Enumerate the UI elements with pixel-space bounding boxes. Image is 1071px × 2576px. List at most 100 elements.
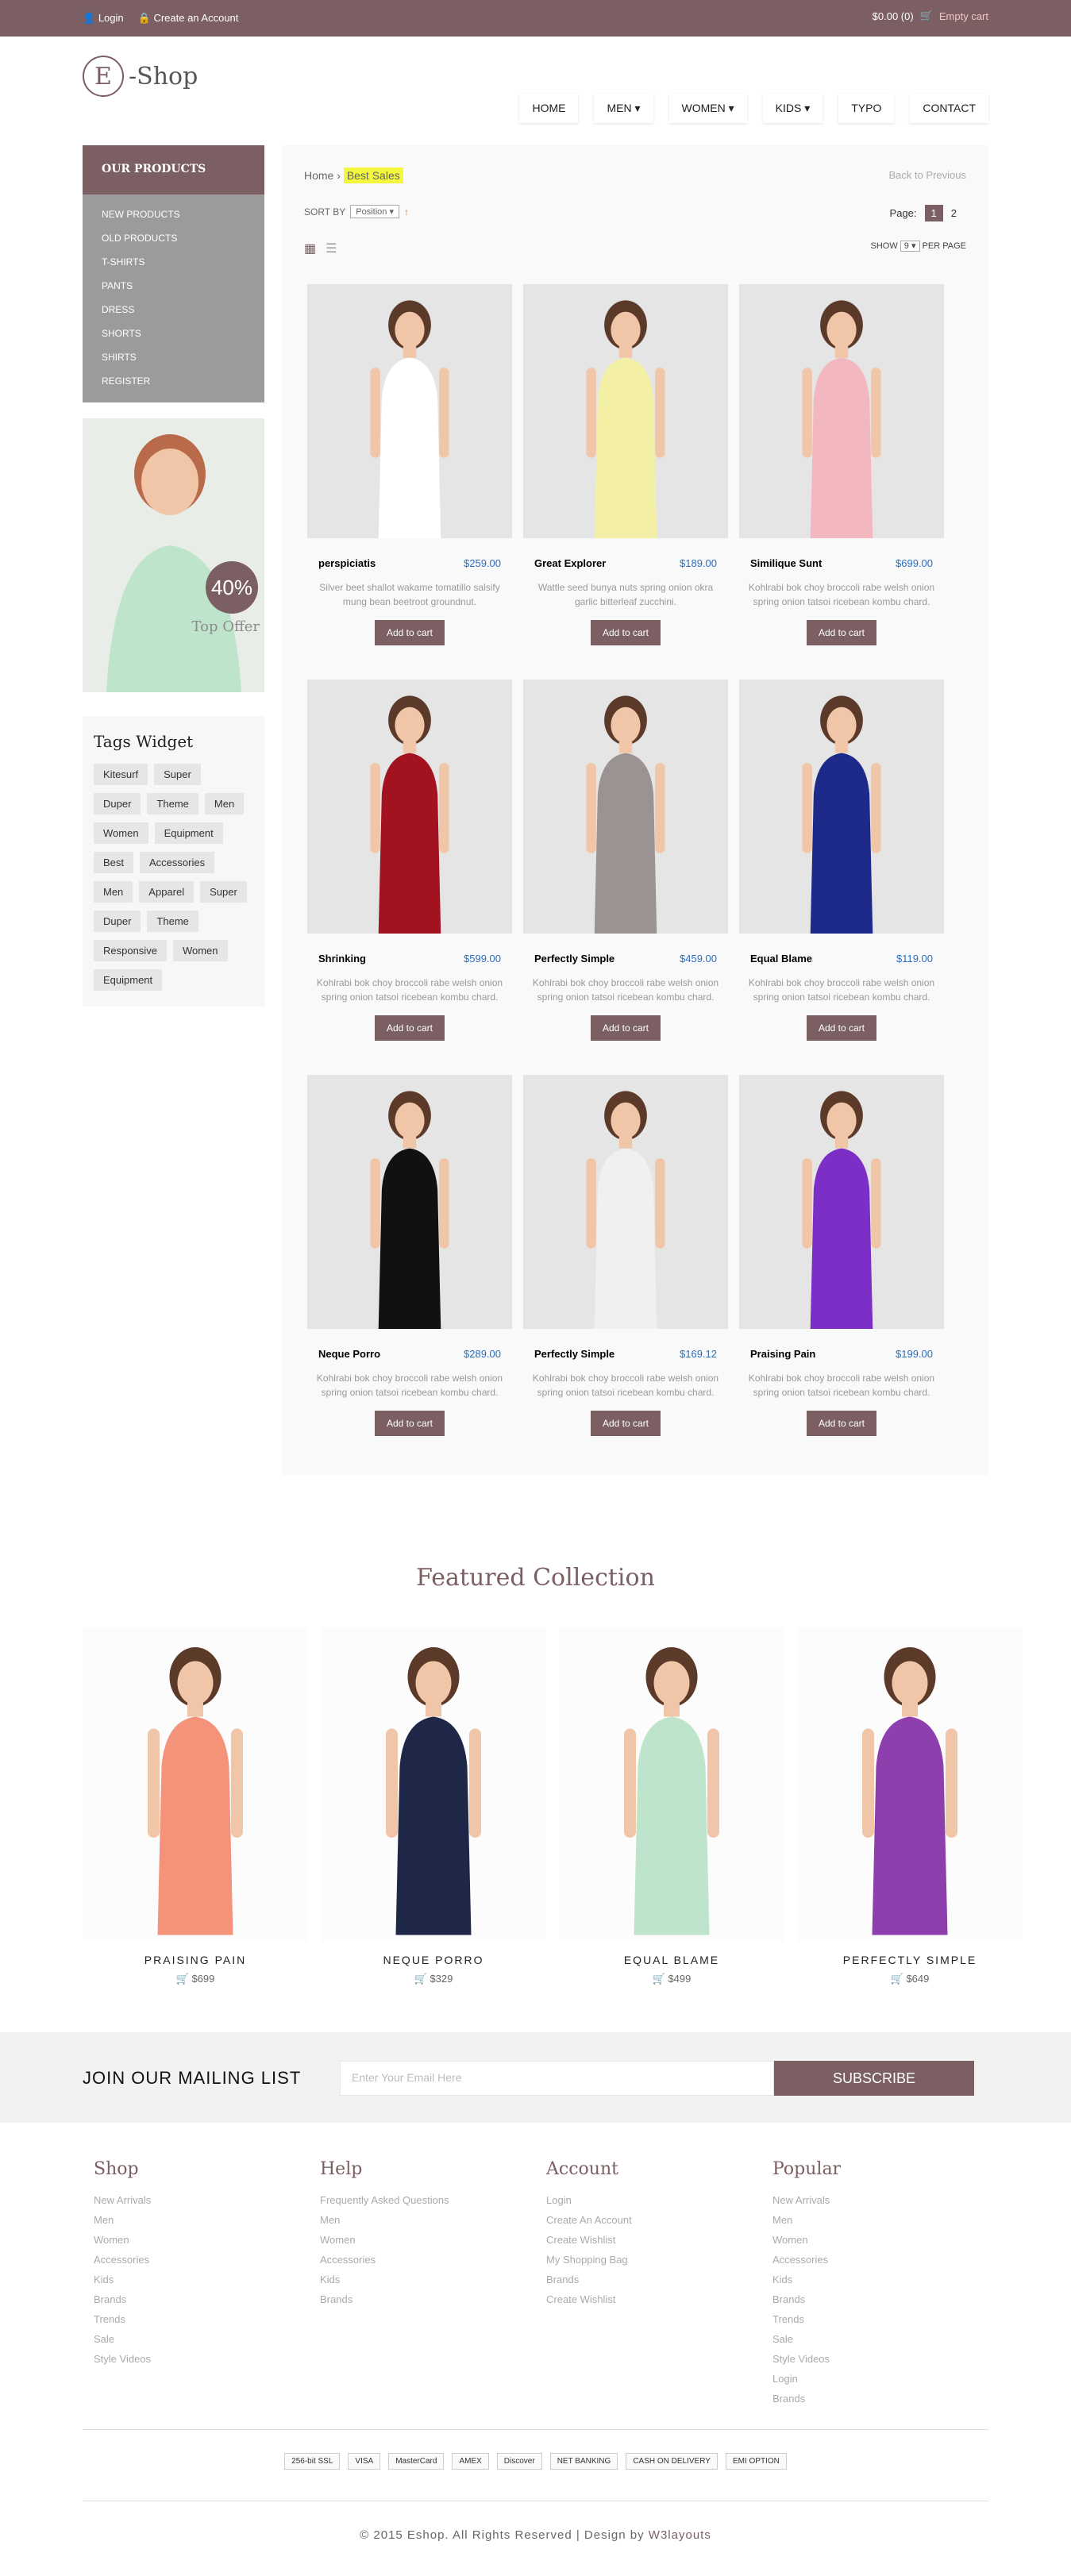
sidebar-item-t-shirts[interactable]: T-SHIRTS bbox=[83, 250, 264, 274]
nav-home[interactable]: HOME bbox=[519, 94, 578, 123]
tag-item[interactable]: Accessories bbox=[140, 852, 215, 873]
add-to-cart-button[interactable]: Add to cart bbox=[807, 1015, 876, 1041]
product-name[interactable]: Similique Sunt bbox=[750, 557, 822, 569]
tag-item[interactable]: Duper bbox=[94, 793, 141, 814]
per-page-select[interactable]: 9 ▾ bbox=[900, 241, 920, 252]
add-to-cart-button[interactable]: Add to cart bbox=[807, 1411, 876, 1436]
product-name[interactable]: Praising Pain bbox=[750, 1348, 815, 1360]
list-view-icon[interactable]: ☰ bbox=[326, 241, 337, 256]
footer-link[interactable]: Trends bbox=[94, 2309, 320, 2329]
footer-link[interactable]: Women bbox=[94, 2230, 320, 2250]
footer-link[interactable]: Women bbox=[320, 2230, 546, 2250]
grid-view-icon[interactable]: ▦ bbox=[304, 241, 316, 256]
footer-link[interactable]: Men bbox=[94, 2210, 320, 2230]
cart-link[interactable]: Empty cart bbox=[939, 10, 988, 22]
breadcrumb-home[interactable]: Home bbox=[304, 169, 333, 182]
add-to-cart-button[interactable]: Add to cart bbox=[375, 1015, 445, 1041]
footer-link[interactable]: Login bbox=[546, 2190, 772, 2210]
sidebar-item-register[interactable]: REGISTER bbox=[83, 369, 264, 393]
footer-link[interactable]: Sale bbox=[94, 2329, 320, 2349]
tag-item[interactable]: Responsive bbox=[94, 940, 167, 961]
sidebar-item-pants[interactable]: PANTS bbox=[83, 274, 264, 298]
author-link[interactable]: W3layouts bbox=[649, 2528, 711, 2542]
create-account-link[interactable]: 🔒 Create an Account bbox=[138, 12, 239, 25]
footer-link[interactable]: Brands bbox=[772, 2289, 999, 2309]
add-to-cart-button[interactable]: Add to cart bbox=[591, 1411, 661, 1436]
tag-item[interactable]: Super bbox=[200, 881, 247, 903]
footer-link[interactable]: Kids bbox=[320, 2270, 546, 2289]
nav-men[interactable]: MEN ▾ bbox=[594, 94, 653, 123]
footer-link[interactable]: Sale bbox=[772, 2329, 999, 2349]
footer-link[interactable]: Create Wishlist bbox=[546, 2230, 772, 2250]
footer-link[interactable]: Frequently Asked Questions bbox=[320, 2190, 546, 2210]
add-to-cart-button[interactable]: Add to cart bbox=[375, 620, 445, 645]
featured-item[interactable]: EQUAL BLAME 🛒 $499 bbox=[559, 1627, 784, 1985]
footer-link[interactable]: Style Videos bbox=[772, 2349, 999, 2369]
tag-item[interactable]: Men bbox=[204, 793, 245, 814]
email-field[interactable]: Enter Your Email Here bbox=[340, 2061, 774, 2096]
product-image[interactable] bbox=[523, 284, 728, 538]
tag-item[interactable]: Theme bbox=[147, 911, 198, 932]
add-to-cart-button[interactable]: Add to cart bbox=[807, 620, 876, 645]
tag-item[interactable]: Equipment bbox=[94, 969, 163, 991]
sidebar-item-shorts[interactable]: SHORTS bbox=[83, 322, 264, 345]
nav-kids[interactable]: KIDS ▾ bbox=[763, 94, 823, 123]
product-name[interactable]: Equal Blame bbox=[750, 953, 812, 965]
product-name[interactable]: Perfectly Simple bbox=[534, 1348, 614, 1360]
page-2[interactable]: 2 bbox=[951, 207, 957, 219]
footer-link[interactable]: Trends bbox=[772, 2309, 999, 2329]
footer-link[interactable]: Men bbox=[320, 2210, 546, 2230]
footer-link[interactable]: Brands bbox=[94, 2289, 320, 2309]
footer-link[interactable]: Accessories bbox=[320, 2250, 546, 2270]
product-image[interactable] bbox=[523, 680, 728, 934]
product-name[interactable]: Neque Porro bbox=[318, 1348, 380, 1360]
tag-item[interactable]: Women bbox=[172, 940, 228, 961]
footer-link[interactable]: Accessories bbox=[772, 2250, 999, 2270]
product-name[interactable]: Great Explorer bbox=[534, 557, 606, 569]
product-name[interactable]: perspiciatis bbox=[318, 557, 376, 569]
add-to-cart-button[interactable]: Add to cart bbox=[591, 620, 661, 645]
sidebar-item-new-products[interactable]: NEW PRODUCTS bbox=[83, 202, 264, 226]
featured-image[interactable] bbox=[321, 1627, 546, 1941]
promo-banner[interactable]: 40% Top Offer bbox=[83, 418, 264, 692]
product-image[interactable] bbox=[739, 1075, 944, 1329]
footer-link[interactable]: Men bbox=[772, 2210, 999, 2230]
nav-typo[interactable]: TYPO bbox=[838, 94, 894, 123]
sidebar-item-dress[interactable]: DRESS bbox=[83, 298, 264, 322]
sort-select[interactable]: Position ▾ bbox=[350, 205, 399, 218]
product-name[interactable]: Shrinking bbox=[318, 953, 366, 965]
product-image[interactable] bbox=[739, 680, 944, 934]
tag-item[interactable]: Super bbox=[154, 764, 201, 785]
featured-item[interactable]: PRAISING PAIN 🛒 $699 bbox=[83, 1627, 308, 1985]
footer-link[interactable]: Create Wishlist bbox=[546, 2289, 772, 2309]
footer-link[interactable]: New Arrivals bbox=[772, 2190, 999, 2210]
page-1[interactable]: 1 bbox=[924, 205, 943, 221]
footer-link[interactable]: Create An Account bbox=[546, 2210, 772, 2230]
footer-link[interactable]: My Shopping Bag bbox=[546, 2250, 772, 2270]
logo[interactable]: E -Shop bbox=[83, 56, 198, 97]
tag-item[interactable]: Women bbox=[94, 822, 148, 844]
footer-link[interactable]: Style Videos bbox=[94, 2349, 320, 2369]
tag-item[interactable]: Best bbox=[94, 852, 134, 873]
footer-link[interactable]: Brands bbox=[320, 2289, 546, 2309]
footer-link[interactable]: Accessories bbox=[94, 2250, 320, 2270]
sidebar-item-shirts[interactable]: SHIRTS bbox=[83, 345, 264, 369]
add-to-cart-button[interactable]: Add to cart bbox=[591, 1015, 661, 1041]
footer-link[interactable]: Brands bbox=[546, 2270, 772, 2289]
footer-link[interactable]: Login bbox=[772, 2369, 999, 2389]
footer-link[interactable]: Kids bbox=[772, 2270, 999, 2289]
product-image[interactable] bbox=[307, 680, 512, 934]
cart-icon[interactable]: 🛒 bbox=[920, 10, 933, 22]
product-image[interactable] bbox=[307, 1075, 512, 1329]
product-name[interactable]: Perfectly Simple bbox=[534, 953, 614, 965]
footer-link[interactable]: New Arrivals bbox=[94, 2190, 320, 2210]
featured-image[interactable] bbox=[797, 1627, 1023, 1941]
nav-contact[interactable]: CONTACT bbox=[910, 94, 988, 123]
product-image[interactable] bbox=[307, 284, 512, 538]
tag-item[interactable]: Kitesurf bbox=[94, 764, 148, 785]
tag-item[interactable]: Theme bbox=[147, 793, 198, 814]
featured-image[interactable] bbox=[83, 1627, 308, 1941]
product-image[interactable] bbox=[739, 284, 944, 538]
footer-link[interactable]: Brands bbox=[772, 2389, 999, 2409]
sort-direction-icon[interactable]: ↑ bbox=[404, 206, 409, 218]
